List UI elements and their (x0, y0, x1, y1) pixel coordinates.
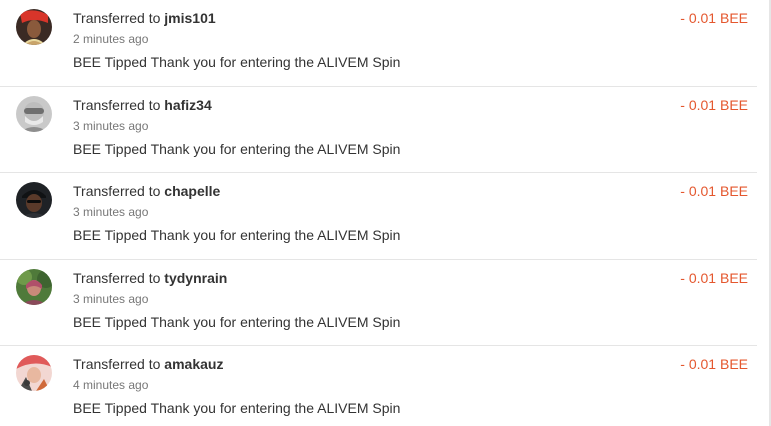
transfer-prefix: Transferred to (73, 356, 161, 372)
transfer-amount: - 0.01 BEE (680, 183, 748, 199)
transfer-username-link[interactable]: tydynrain (164, 270, 227, 286)
transfer-prefix: Transferred to (73, 269, 161, 286)
transfer-history-list: Transferred to jmis101 2 minutes ago BEE… (0, 0, 757, 426)
avatar-image (16, 268, 52, 305)
transfer-row: Transferred to hafiz34 3 minutes ago BEE… (0, 87, 757, 173)
transfer-title: Transferred to chapelle (73, 182, 220, 200)
avatar-image (16, 9, 52, 45)
transfer-timestamp: 2 minutes ago (73, 32, 149, 46)
transfer-amount: - 0.01 BEE (680, 269, 748, 286)
transfer-prefix: Transferred to (73, 183, 161, 199)
transfer-prefix: Transferred to (73, 10, 161, 26)
transfer-row: Transferred to chapelle 3 minutes ago BE… (0, 173, 757, 260)
transfer-row: Transferred to tydynrain 3 minutes ago B… (0, 260, 757, 346)
transfer-memo: BEE Tipped Thank you for entering the AL… (73, 313, 401, 330)
transfer-timestamp: 3 minutes ago (73, 118, 149, 133)
transfer-timestamp: 4 minutes ago (73, 378, 149, 392)
transfer-memo: BEE Tipped Thank you for entering the AL… (73, 54, 401, 70)
transfer-username-link[interactable]: chapelle (164, 183, 220, 199)
user-avatar[interactable] (16, 95, 52, 132)
transfer-username-link[interactable]: jmis101 (164, 10, 215, 26)
transfer-memo: BEE Tipped Thank you for entering the AL… (73, 140, 401, 157)
transfer-username-link[interactable]: amakauz (164, 356, 223, 372)
transfer-username-link[interactable]: hafiz34 (164, 97, 211, 113)
user-avatar[interactable] (16, 355, 52, 391)
avatar-image (16, 95, 52, 132)
user-avatar[interactable] (16, 268, 52, 305)
transfer-amount: - 0.01 BEE (680, 96, 748, 113)
transfer-title: Transferred to amakauz (73, 355, 223, 373)
transfer-title: Transferred to tydynrain (73, 269, 227, 287)
transfer-row: Transferred to jmis101 2 minutes ago BEE… (0, 0, 757, 87)
wallet-history-page: Transferred to jmis101 2 minutes ago BEE… (0, 0, 771, 426)
transfer-memo: BEE Tipped Thank you for entering the AL… (73, 400, 401, 416)
transfer-timestamp: 3 minutes ago (73, 205, 149, 219)
user-avatar[interactable] (16, 9, 52, 45)
transfer-timestamp: 3 minutes ago (73, 291, 149, 306)
transfer-memo: BEE Tipped Thank you for entering the AL… (73, 227, 401, 243)
transfer-amount: - 0.01 BEE (680, 356, 748, 372)
transfer-title: Transferred to jmis101 (73, 9, 216, 27)
transfer-prefix: Transferred to (73, 96, 161, 113)
user-avatar[interactable] (16, 182, 52, 218)
avatar-image (16, 182, 52, 218)
avatar-image (16, 355, 52, 391)
transfer-title: Transferred to hafiz34 (73, 96, 212, 114)
transfer-amount: - 0.01 BEE (680, 10, 748, 26)
transfer-row: Transferred to amakauz 4 minutes ago BEE… (0, 346, 757, 426)
